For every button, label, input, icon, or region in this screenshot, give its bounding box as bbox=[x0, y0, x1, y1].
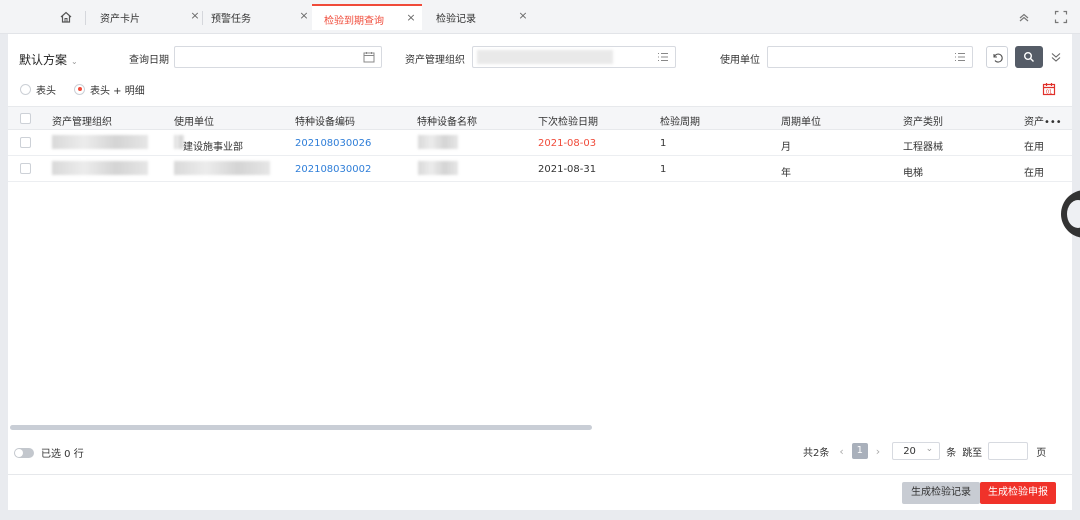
cell-status: 在用 bbox=[1024, 168, 1044, 179]
next-page-icon[interactable]: › bbox=[876, 445, 880, 458]
page-1-button[interactable]: 1 bbox=[851, 443, 868, 459]
tab-inspection-due-query[interactable]: 检验到期查询 × bbox=[312, 4, 422, 30]
col-equipment-name[interactable]: 特种设备名称 bbox=[417, 113, 477, 128]
undo-icon bbox=[993, 53, 1003, 63]
cell-status: 在用 bbox=[1024, 142, 1044, 153]
cell-use-unit: 建设施事业部 bbox=[183, 142, 243, 153]
asset-org-input[interactable] bbox=[472, 46, 676, 68]
page-size-unit: 条 bbox=[946, 447, 957, 459]
table-row[interactable]: 202108030002 2021-08-31 1 年 电梯 在用 bbox=[8, 156, 1072, 182]
col-equipment-code[interactable]: 特种设备编码 bbox=[295, 113, 355, 128]
horizontal-scrollbar[interactable] bbox=[10, 425, 592, 430]
calendar-icon[interactable] bbox=[363, 51, 375, 63]
close-icon[interactable]: × bbox=[516, 9, 530, 23]
cell-equipment-code-link[interactable]: 202108030002 bbox=[295, 164, 371, 175]
reset-button[interactable] bbox=[986, 46, 1008, 68]
chevron-up-icon[interactable] bbox=[1017, 10, 1031, 24]
table-row[interactable]: 建设施事业部 202108030026 2021-08-03 1 月 工程器械 … bbox=[8, 130, 1072, 156]
search-button[interactable] bbox=[1015, 46, 1043, 68]
list-icon[interactable] bbox=[657, 51, 669, 63]
chevron-down-icon: ⌄ bbox=[71, 57, 78, 66]
main-panel: 默认方案 ⌄ 查询日期 资产管理组织 使用单位 表头 表头 + 明细 01 资产管… bbox=[8, 34, 1072, 510]
redacted-use-unit bbox=[174, 161, 270, 175]
select-all-checkbox[interactable] bbox=[20, 113, 31, 124]
cell-category: 工程器械 bbox=[903, 142, 943, 153]
query-date-label: 查询日期 bbox=[129, 55, 169, 66]
action-bar: 生成检验记录 生成检验申报 bbox=[8, 474, 1072, 510]
col-asset-category[interactable]: 资产类别 bbox=[903, 113, 943, 128]
redacted-asset-org bbox=[52, 161, 148, 175]
cell-category: 电梯 bbox=[903, 168, 923, 179]
radio-header-detail[interactable] bbox=[74, 83, 85, 95]
svg-text:01: 01 bbox=[1046, 90, 1052, 96]
prev-page-icon[interactable]: ‹ bbox=[839, 445, 843, 458]
redacted-equipment-name bbox=[418, 161, 458, 175]
generate-report-button[interactable]: 生成检验申报 bbox=[980, 482, 1056, 504]
asset-org-label: 资产管理组织 bbox=[405, 55, 465, 66]
list-icon[interactable] bbox=[954, 51, 966, 63]
col-cycle-unit[interactable]: 周期单位 bbox=[781, 113, 821, 128]
tab-label: 预警任务 bbox=[211, 14, 251, 25]
total-count: 共2条 bbox=[803, 447, 830, 459]
cell-cycle: 1 bbox=[660, 164, 667, 175]
use-unit-label: 使用单位 bbox=[720, 55, 760, 66]
radio-label: 表头 bbox=[36, 85, 56, 97]
chevron-down-icon: ⌄ bbox=[925, 444, 934, 454]
redacted-value bbox=[477, 50, 613, 64]
radio-header-only[interactable] bbox=[20, 83, 31, 95]
col-asset-more[interactable]: 资产••• bbox=[1024, 113, 1062, 128]
page-size-value: 20 bbox=[903, 446, 916, 457]
tab-asset-card[interactable]: 资产卡片 × bbox=[86, 6, 202, 28]
row-checkbox[interactable] bbox=[20, 163, 31, 174]
radio-label: 表头 + 明细 bbox=[90, 85, 145, 97]
calendar-export-icon[interactable]: 01 bbox=[1042, 82, 1056, 96]
page-size-select[interactable]: 20 ⌄ bbox=[892, 442, 941, 460]
show-selected-toggle[interactable] bbox=[14, 447, 34, 458]
plan-label: 默认方案 bbox=[19, 53, 68, 67]
redacted-asset-org bbox=[52, 135, 148, 149]
page-label: 页 bbox=[1036, 447, 1047, 459]
tab-label: 检验记录 bbox=[436, 14, 476, 25]
tab-label: 资产卡片 bbox=[100, 14, 140, 25]
col-next-inspection-date[interactable]: 下次检验日期 bbox=[538, 113, 598, 128]
close-icon[interactable]: × bbox=[297, 9, 311, 23]
close-icon[interactable]: × bbox=[404, 11, 418, 25]
cell-next-date: 2021-08-31 bbox=[538, 164, 597, 175]
use-unit-input[interactable] bbox=[767, 46, 973, 68]
selected-count: 已选 0 行 bbox=[41, 449, 84, 460]
row-checkbox[interactable] bbox=[20, 137, 31, 148]
query-date-input[interactable] bbox=[174, 46, 382, 68]
tab-label: 检验到期查询 bbox=[324, 16, 384, 27]
cell-cycle-unit: 年 bbox=[781, 168, 791, 179]
redacted-equipment-name bbox=[418, 135, 458, 149]
cell-cycle: 1 bbox=[660, 138, 667, 149]
cell-cycle-unit: 月 bbox=[781, 142, 791, 153]
jump-page-input[interactable] bbox=[988, 442, 1029, 460]
tab-warning-task[interactable]: 预警任务 × bbox=[197, 6, 311, 28]
col-asset-org[interactable]: 资产管理组织 bbox=[52, 113, 112, 128]
fullscreen-icon[interactable] bbox=[1054, 10, 1068, 24]
table-header: 资产管理组织 使用单位 特种设备编码 特种设备名称 下次检验日期 检验周期 周期… bbox=[8, 106, 1072, 130]
col-inspection-cycle[interactable]: 检验周期 bbox=[660, 113, 700, 128]
expand-filter-icon[interactable] bbox=[1050, 51, 1062, 63]
tab-bar: 资产卡片 × 预警任务 × 检验到期查询 × 检验记录 × bbox=[0, 0, 1080, 34]
tab-inspection-record[interactable]: 检验记录 × bbox=[422, 6, 530, 28]
selection-summary: 已选 0 行 bbox=[14, 445, 84, 460]
cell-equipment-code-link[interactable]: 202108030026 bbox=[295, 138, 371, 149]
jump-label: 跳至 bbox=[962, 447, 983, 459]
generate-record-button[interactable]: 生成检验记录 bbox=[902, 482, 980, 504]
view-mode-group: 表头 表头 + 明细 bbox=[20, 82, 163, 97]
search-icon bbox=[1024, 52, 1034, 62]
col-use-unit[interactable]: 使用单位 bbox=[174, 113, 214, 128]
home-icon[interactable] bbox=[59, 10, 73, 24]
pagination: 共2条 ‹ 1 › 20 ⌄ 条 跳至 页 bbox=[803, 442, 1046, 460]
cell-next-date: 2021-08-03 bbox=[538, 138, 597, 149]
plan-selector[interactable]: 默认方案 ⌄ bbox=[19, 51, 78, 68]
